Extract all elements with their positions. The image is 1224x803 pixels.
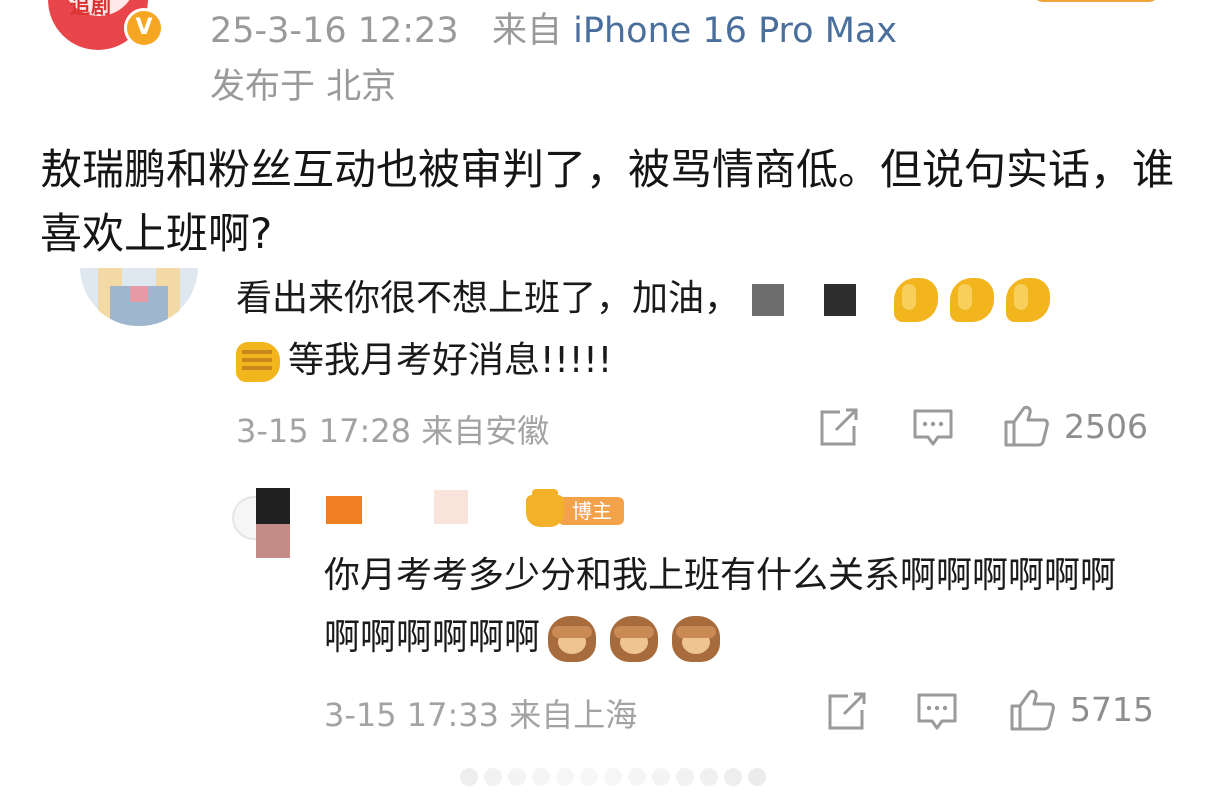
like-icon[interactable] [1002,404,1050,448]
fist-emoji [236,342,280,382]
reply-text: 你月考考多少分和我上班有什么关系啊啊啊啊啊啊啊啊啊啊啊啊 [324,545,1144,669]
verified-icon: V [124,8,164,48]
commenter-avatar[interactable] [80,268,198,326]
reply-avatar[interactable] [232,488,290,558]
follow-button[interactable] [1030,0,1162,2]
share-icon[interactable] [826,692,868,732]
comment-meta: 3-15 17:28 来自安徽 [236,406,549,452]
host-badge: 博主 [526,489,636,528]
post-timestamp: 25-3-16 12:23 [210,11,459,51]
redacted-block [824,284,857,316]
post-body-text: 敖瑞鹏和粉丝互动也被审判了，被骂情商低。但说句实话，谁喜欢上班啊? [40,145,1175,258]
reply-location: 来自上海 [509,696,638,734]
muscle-emoji [950,278,995,322]
reply-username-redacted[interactable] [326,496,362,524]
post-meta: 25-3-16 12:23 来自 iPhone 16 Pro Max [210,2,897,53]
comment-text-part2: 等我月考好消息!!!!! [288,340,613,381]
see-no-evil-monkey-emoji [548,616,597,662]
see-no-evil-monkey-emoji [610,616,659,662]
comment-location: 来自安徽 [421,412,550,450]
comment-text: 看出来你很不想上班了，加油， 等我月考好消息!!!!! [236,268,1166,392]
post-source-prefix: 来自 [491,11,562,51]
like-count: 5715 [1070,690,1154,729]
muscle-emoji [894,278,939,322]
like-icon[interactable] [1008,688,1056,732]
like-count: 2506 [1064,407,1148,446]
reply-meta: 3-15 17:33 来自上海 [324,690,637,736]
reply-time: 3-15 17:33 [324,696,500,734]
post-location: 发布于 北京 [210,67,397,107]
more-replies-placeholder [460,768,790,786]
comment-time: 3-15 17:28 [236,412,412,450]
comment-icon[interactable] [912,408,954,448]
reply-username-redacted [434,490,468,524]
comment-icon[interactable] [916,692,958,732]
redacted-block [752,284,785,316]
comment-text-part1: 看出来你很不想上班了，加油， [236,278,741,319]
share-icon[interactable] [818,408,860,448]
post-device-link[interactable]: iPhone 16 Pro Max [573,11,897,51]
avatar-logo-text: 追剧 [70,0,112,18]
see-no-evil-monkey-emoji [672,616,721,662]
muscle-emoji [1006,278,1051,322]
crown-icon [526,489,564,527]
host-badge-label: 博主 [558,497,624,525]
